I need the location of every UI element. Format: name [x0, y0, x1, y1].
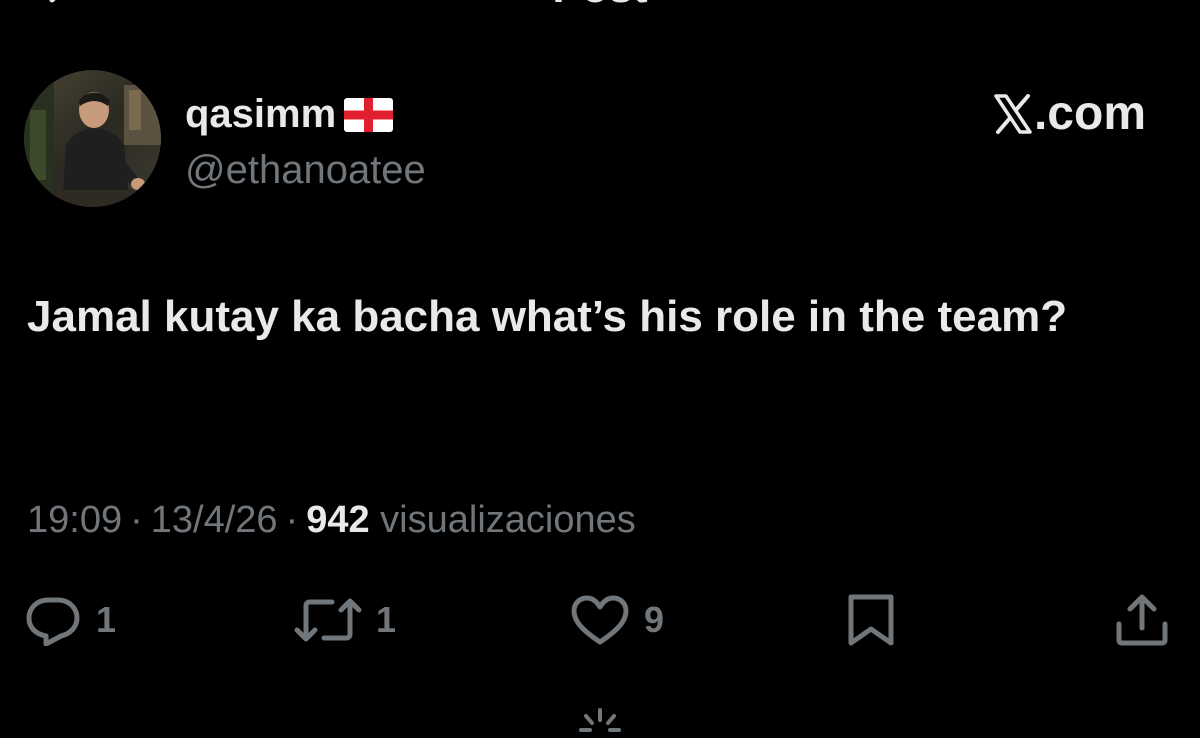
bookmark-icon [848, 594, 894, 646]
tweet-meta: 19:09 · 13/4/26 · 942 visualizaciones [27, 497, 636, 543]
repost-count: 1 [376, 599, 397, 640]
author-name-text: qasimm [185, 92, 337, 136]
views-label: visualizaciones [380, 499, 636, 541]
tweet-date[interactable]: 13/4/26 [151, 499, 278, 541]
reply-button[interactable]: 1 [24, 590, 116, 650]
page-title: Post [0, 0, 1200, 10]
share-button[interactable] [1114, 590, 1170, 650]
repost-button[interactable]: 1 [294, 590, 396, 650]
author-display-name[interactable]: qasimm [185, 91, 394, 137]
x-logo-icon [994, 94, 1032, 134]
heart-icon [571, 595, 629, 645]
views-count: 942 [306, 499, 370, 541]
brand-watermark: .com [994, 88, 1146, 140]
meta-separator: · [285, 499, 299, 541]
reply-icon [26, 597, 80, 646]
like-button[interactable]: 9 [570, 590, 664, 650]
bookmark-button[interactable] [845, 590, 897, 650]
brand-text: .com [1033, 87, 1146, 140]
tweet-text: Jamal kutay ka bacha what’s his role in … [27, 292, 1068, 341]
loading-spinner-icon [579, 708, 621, 732]
like-count: 9 [644, 599, 665, 640]
tweet-time[interactable]: 19:09 [27, 499, 122, 541]
meta-separator: · [130, 499, 143, 541]
repost-icon [294, 598, 362, 642]
author-handle[interactable]: @ethanoatee [185, 147, 426, 193]
share-icon [1116, 594, 1168, 646]
reply-count: 1 [96, 599, 117, 640]
avatar[interactable] [24, 70, 161, 207]
england-flag-icon [344, 98, 394, 132]
